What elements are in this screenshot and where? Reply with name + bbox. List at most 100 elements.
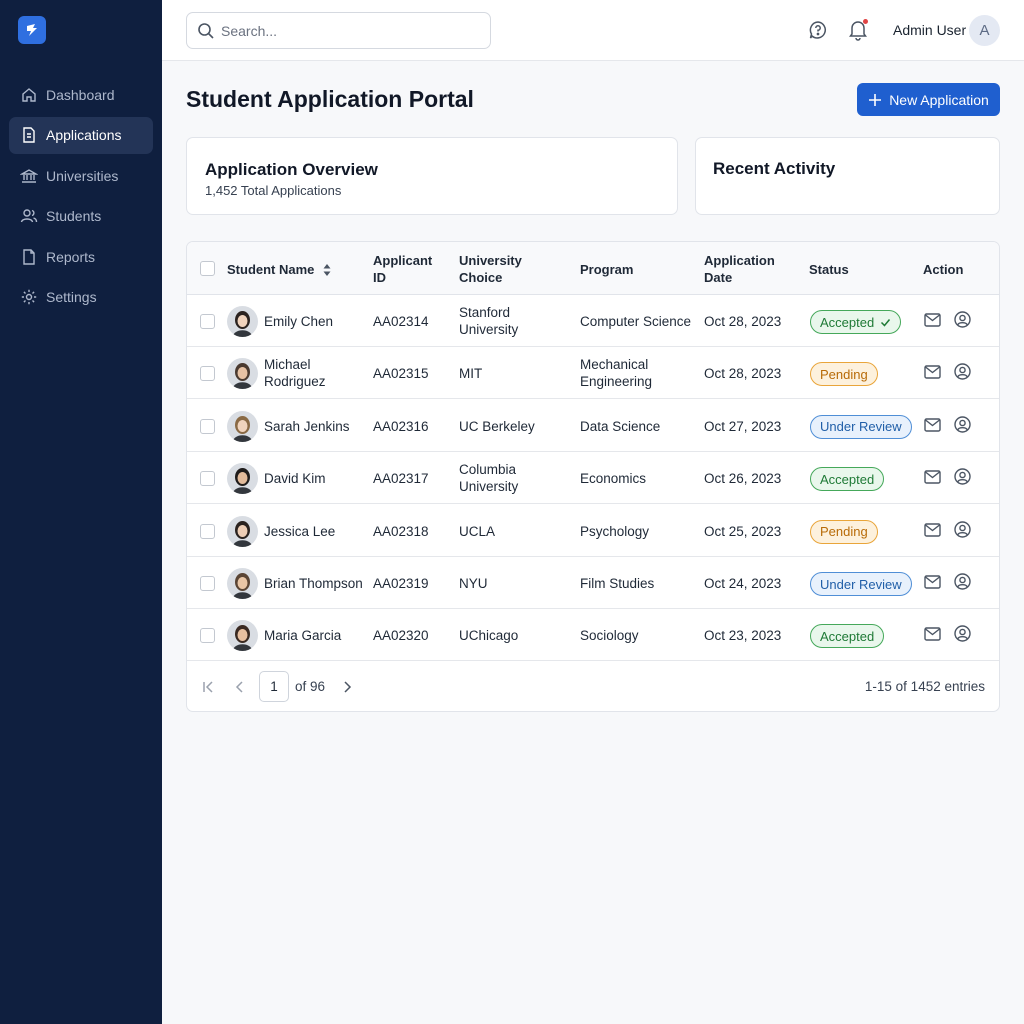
page-title: Student Application Portal xyxy=(186,86,474,112)
university-line: UC Berkeley xyxy=(459,418,535,434)
application-date: Oct 27, 2023 xyxy=(704,418,782,434)
view-profile-icon[interactable] xyxy=(954,363,971,381)
student-avatar xyxy=(227,358,258,390)
row-checkbox[interactable] xyxy=(200,523,215,539)
application-date: Oct 28, 2023 xyxy=(704,314,782,329)
row-checkbox[interactable] xyxy=(200,628,215,644)
table-row[interactable]: Brian Thompson AA02319 NYU Film Studies Oct … xyxy=(187,557,999,609)
app-logo[interactable] xyxy=(18,16,46,44)
column-student-name[interactable]: Student Name xyxy=(227,261,332,278)
user-name[interactable]: Admin User xyxy=(893,22,966,38)
document-icon xyxy=(23,127,35,143)
table-row[interactable]: David Kim AA02317 Columbia University Econom… xyxy=(187,452,999,505)
university-choice: NYU xyxy=(459,575,488,592)
table-row[interactable]: Emily Chen AA02314 Stanford University Compu… xyxy=(187,295,999,347)
student-name: Emily Chen xyxy=(264,313,333,330)
mail-icon[interactable] xyxy=(924,470,941,484)
help-icon[interactable] xyxy=(808,20,828,40)
university-choice: UChicago xyxy=(459,627,518,644)
status-badge: Under Review xyxy=(810,572,912,596)
table-row[interactable]: Jessica Lee AA02318 UCLA Psychology Oct 25, … xyxy=(187,505,999,557)
program-line: Sociology xyxy=(580,628,639,644)
student-avatar xyxy=(227,620,258,652)
first-page-icon[interactable] xyxy=(201,680,215,694)
column-label: Choice xyxy=(459,270,503,285)
view-profile-icon[interactable] xyxy=(954,311,971,328)
mail-icon[interactable] xyxy=(924,522,941,537)
sidebar-item-universities[interactable]: Universities xyxy=(9,157,153,194)
status-badge: Accepted xyxy=(810,310,902,334)
application-date: Oct 26, 2023 xyxy=(704,471,782,487)
user-avatar[interactable]: A xyxy=(969,15,1000,46)
search-input[interactable] xyxy=(221,22,471,39)
select-all-checkbox[interactable] xyxy=(200,261,215,276)
new-application-label: New Application xyxy=(889,91,989,108)
mail-icon[interactable] xyxy=(924,418,941,432)
column-label: University xyxy=(459,253,522,268)
sidebar-item-label: Students xyxy=(46,208,102,224)
mail-icon[interactable] xyxy=(924,627,941,642)
column-label: ID xyxy=(373,270,386,285)
university-choice: UCLA xyxy=(459,523,495,540)
view-profile-icon[interactable] xyxy=(954,520,971,538)
column-status: Status xyxy=(809,262,849,277)
student-name-line: Rodriguez xyxy=(264,374,326,390)
program-line: Psychology xyxy=(580,523,650,539)
next-page-icon[interactable] xyxy=(340,680,354,694)
applicant-id: AA02316 xyxy=(373,418,429,434)
student-name: Michael Rodriguez xyxy=(264,356,326,390)
new-application-button[interactable]: New Application xyxy=(857,83,1000,116)
mail-icon[interactable] xyxy=(924,365,941,380)
column-label: Application xyxy=(704,253,775,268)
table-row[interactable]: Maria Garcia AA02320 UChicago Sociology Oct … xyxy=(187,609,999,662)
column-label: Date xyxy=(704,270,733,285)
status-badge: Accepted xyxy=(810,467,885,492)
program: Psychology xyxy=(580,523,649,540)
program-line: Film Studies xyxy=(580,576,655,591)
sidebar-item-settings[interactable]: Settings xyxy=(9,279,153,316)
student-avatar xyxy=(227,568,258,599)
row-checkbox[interactable] xyxy=(200,314,215,329)
sidebar-item-students[interactable]: Students xyxy=(9,198,153,235)
view-profile-icon[interactable] xyxy=(954,468,971,485)
notification-bell-icon[interactable] xyxy=(848,19,868,41)
university-line: University xyxy=(459,479,519,495)
sidebar-item-dashboard[interactable]: Dashboard xyxy=(9,76,153,113)
table-row[interactable]: Sarah Jenkins AA02316 UC Berkeley Data Scie… xyxy=(187,400,999,452)
previous-page-icon[interactable] xyxy=(233,680,247,694)
row-checkbox[interactable] xyxy=(200,418,215,434)
application-date: Oct 25, 2023 xyxy=(704,523,782,539)
student-name: Jessica Lee xyxy=(264,523,335,540)
program: Computer Science xyxy=(580,313,691,330)
applicant-id: AA02319 xyxy=(373,576,429,591)
row-checkbox[interactable] xyxy=(200,471,215,487)
mail-icon[interactable] xyxy=(924,575,941,589)
student-avatar xyxy=(227,515,258,547)
sidebar-item-reports[interactable]: Reports xyxy=(9,238,153,275)
sidebar-nav: Dashboard Applications Universities Stud… xyxy=(9,76,153,319)
student-name: Maria Garcia xyxy=(264,627,341,644)
status-badge: Accepted xyxy=(810,624,885,649)
row-checkbox[interactable] xyxy=(200,576,215,591)
view-profile-icon[interactable] xyxy=(954,573,971,590)
search-box[interactable] xyxy=(186,12,491,49)
page-number-input[interactable]: 1 xyxy=(259,671,289,702)
entries-count: 1-15 of 1452 entries xyxy=(864,679,985,694)
mail-icon[interactable] xyxy=(924,313,941,327)
view-profile-icon[interactable] xyxy=(954,625,971,643)
page-count: of 96 xyxy=(295,679,326,694)
university-line: University xyxy=(459,322,519,337)
sidebar-item-applications[interactable]: Applications xyxy=(9,116,153,154)
row-checkbox[interactable] xyxy=(200,366,215,382)
student-name-line: Michael xyxy=(264,357,311,373)
column-action: Action xyxy=(923,262,964,277)
program-line: Mechanical xyxy=(580,357,649,373)
table-row[interactable]: Michael Rodriguez AA02315 MIT Mechanical Engi… xyxy=(187,347,999,400)
view-profile-icon[interactable] xyxy=(954,416,971,433)
student-name-line: Maria Garcia xyxy=(264,628,342,644)
program: Mechanical Engineering xyxy=(580,356,652,390)
recent-activity-card: Recent Activity xyxy=(695,137,1000,215)
sidebar-item-label: Dashboard xyxy=(46,86,115,103)
sort-icon[interactable] xyxy=(322,263,332,277)
status-badge: Under Review xyxy=(810,414,912,439)
